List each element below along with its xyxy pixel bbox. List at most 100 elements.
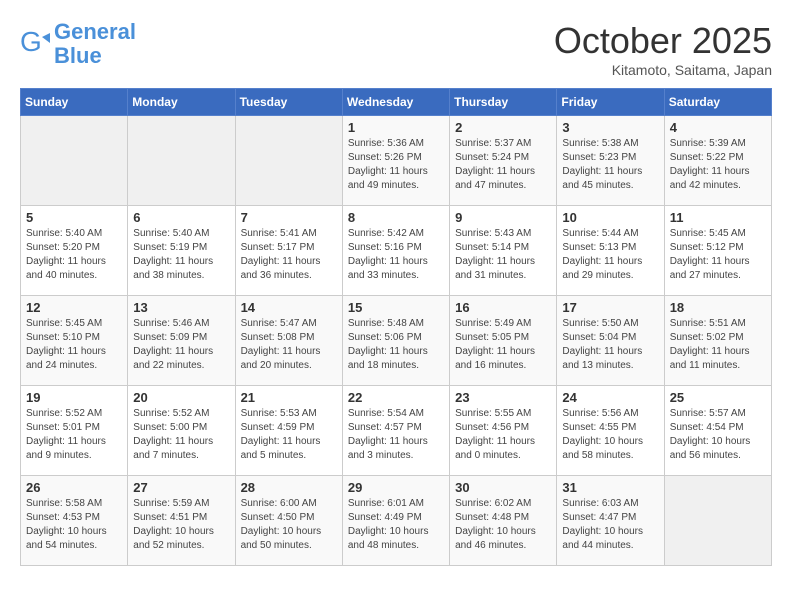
cell-content: Sunrise: 5:59 AM Sunset: 4:51 PM Dayligh…	[133, 497, 229, 553]
cell-content: Sunrise: 5:49 AM Sunset: 5:05 PM Dayligh…	[455, 317, 551, 373]
day-number: 6	[133, 210, 229, 225]
calendar-cell: 21Sunrise: 5:53 AM Sunset: 4:59 PM Dayli…	[235, 386, 342, 476]
logo-line1: General	[54, 19, 136, 44]
location-subtitle: Kitamoto, Saitama, Japan	[554, 62, 772, 78]
day-number: 24	[562, 390, 658, 405]
day-number: 31	[562, 480, 658, 495]
day-number: 23	[455, 390, 551, 405]
calendar-cell: 7 Sunrise: 5:41 AM Sunset: 5:17 PM Daylig…	[235, 206, 342, 296]
logo: G General Blue	[20, 20, 136, 68]
cell-content: Sunrise: 5:43 AM Sunset: 5:14 PM Dayligh…	[455, 227, 551, 283]
day-number: 2	[455, 120, 551, 135]
cell-content: Sunrise: 5:39 AM Sunset: 5:22 PM Dayligh…	[670, 137, 766, 193]
calendar-week-row: 12 Sunrise: 5:45 AM Sunset: 5:10 PM Dayli…	[21, 296, 772, 386]
calendar-cell: 31 Sunrise: 6:03 AM Sunset: 4:47 PM Dayli…	[557, 476, 664, 566]
calendar-cell: 20 Sunrise: 5:52 AM Sunset: 5:00 PM Dayli…	[128, 386, 235, 476]
calendar-cell: 17 Sunrise: 5:50 AM Sunset: 5:04 PM Dayli…	[557, 296, 664, 386]
calendar-cell: 5 Sunrise: 5:40 AM Sunset: 5:20 PM Daylig…	[21, 206, 128, 296]
calendar-week-row: 19Sunrise: 5:52 AM Sunset: 5:01 PM Dayli…	[21, 386, 772, 476]
calendar-cell: 19Sunrise: 5:52 AM Sunset: 5:01 PM Dayli…	[21, 386, 128, 476]
cell-content: Sunrise: 6:03 AM Sunset: 4:47 PM Dayligh…	[562, 497, 658, 553]
calendar-cell	[664, 476, 771, 566]
weekday-header-wednesday: Wednesday	[342, 89, 449, 116]
day-number: 17	[562, 300, 658, 315]
day-number: 13	[133, 300, 229, 315]
day-number: 25	[670, 390, 766, 405]
calendar-cell	[235, 116, 342, 206]
calendar-cell: 24 Sunrise: 5:56 AM Sunset: 4:55 PM Dayli…	[557, 386, 664, 476]
day-number: 8	[348, 210, 444, 225]
calendar-cell: 25 Sunrise: 5:57 AM Sunset: 4:54 PM Dayli…	[664, 386, 771, 476]
calendar-cell: 14Sunrise: 5:47 AM Sunset: 5:08 PM Dayli…	[235, 296, 342, 386]
day-number: 16	[455, 300, 551, 315]
cell-content: Sunrise: 5:46 AM Sunset: 5:09 PM Dayligh…	[133, 317, 229, 373]
cell-content: Sunrise: 5:58 AM Sunset: 4:53 PM Dayligh…	[26, 497, 122, 553]
calendar-cell: 9Sunrise: 5:43 AM Sunset: 5:14 PM Daylig…	[450, 206, 557, 296]
cell-content: Sunrise: 5:40 AM Sunset: 5:19 PM Dayligh…	[133, 227, 229, 283]
cell-content: Sunrise: 5:52 AM Sunset: 5:00 PM Dayligh…	[133, 407, 229, 463]
day-number: 12	[26, 300, 122, 315]
calendar-cell: 4Sunrise: 5:39 AM Sunset: 5:22 PM Daylig…	[664, 116, 771, 206]
calendar-cell: 16 Sunrise: 5:49 AM Sunset: 5:05 PM Dayli…	[450, 296, 557, 386]
day-number: 5	[26, 210, 122, 225]
weekday-header-thursday: Thursday	[450, 89, 557, 116]
calendar-cell: 22 Sunrise: 5:54 AM Sunset: 4:57 PM Dayli…	[342, 386, 449, 476]
calendar-week-row: 1Sunrise: 5:36 AM Sunset: 5:26 PM Daylig…	[21, 116, 772, 206]
weekday-header-tuesday: Tuesday	[235, 89, 342, 116]
calendar-cell: 28Sunrise: 6:00 AM Sunset: 4:50 PM Dayli…	[235, 476, 342, 566]
cell-content: Sunrise: 5:42 AM Sunset: 5:16 PM Dayligh…	[348, 227, 444, 283]
cell-content: Sunrise: 5:45 AM Sunset: 5:10 PM Dayligh…	[26, 317, 122, 373]
calendar-cell: 6 Sunrise: 5:40 AM Sunset: 5:19 PM Daylig…	[128, 206, 235, 296]
logo-line2: Blue	[54, 43, 102, 68]
calendar-cell: 26 Sunrise: 5:58 AM Sunset: 4:53 PM Dayli…	[21, 476, 128, 566]
svg-text:G: G	[20, 29, 42, 57]
day-number: 3	[562, 120, 658, 135]
cell-content: Sunrise: 5:56 AM Sunset: 4:55 PM Dayligh…	[562, 407, 658, 463]
logo-icon: G	[20, 29, 50, 59]
calendar-cell: 8 Sunrise: 5:42 AM Sunset: 5:16 PM Daylig…	[342, 206, 449, 296]
day-number: 7	[241, 210, 337, 225]
cell-content: Sunrise: 5:41 AM Sunset: 5:17 PM Dayligh…	[241, 227, 337, 283]
title-block: October 2025 Kitamoto, Saitama, Japan	[554, 20, 772, 78]
day-number: 21	[241, 390, 337, 405]
calendar-cell: 13 Sunrise: 5:46 AM Sunset: 5:09 PM Dayli…	[128, 296, 235, 386]
day-number: 18	[670, 300, 766, 315]
day-number: 19	[26, 390, 122, 405]
calendar-cell: 10Sunrise: 5:44 AM Sunset: 5:13 PM Dayli…	[557, 206, 664, 296]
cell-content: Sunrise: 5:48 AM Sunset: 5:06 PM Dayligh…	[348, 317, 444, 373]
weekday-header-friday: Friday	[557, 89, 664, 116]
cell-content: Sunrise: 5:44 AM Sunset: 5:13 PM Dayligh…	[562, 227, 658, 283]
day-number: 1	[348, 120, 444, 135]
calendar-cell: 3Sunrise: 5:38 AM Sunset: 5:23 PM Daylig…	[557, 116, 664, 206]
calendar-cell: 2 Sunrise: 5:37 AM Sunset: 5:24 PM Daylig…	[450, 116, 557, 206]
day-number: 27	[133, 480, 229, 495]
weekday-header-saturday: Saturday	[664, 89, 771, 116]
day-number: 11	[670, 210, 766, 225]
weekday-header-sunday: Sunday	[21, 89, 128, 116]
weekday-header-monday: Monday	[128, 89, 235, 116]
day-number: 26	[26, 480, 122, 495]
cell-content: Sunrise: 5:40 AM Sunset: 5:20 PM Dayligh…	[26, 227, 122, 283]
day-number: 22	[348, 390, 444, 405]
weekday-header-row: SundayMondayTuesdayWednesdayThursdayFrid…	[21, 89, 772, 116]
calendar-cell: 12 Sunrise: 5:45 AM Sunset: 5:10 PM Dayli…	[21, 296, 128, 386]
calendar-cell: 30Sunrise: 6:02 AM Sunset: 4:48 PM Dayli…	[450, 476, 557, 566]
day-number: 14	[241, 300, 337, 315]
calendar-table: SundayMondayTuesdayWednesdayThursdayFrid…	[20, 88, 772, 566]
calendar-cell	[21, 116, 128, 206]
cell-content: Sunrise: 5:54 AM Sunset: 4:57 PM Dayligh…	[348, 407, 444, 463]
month-title: October 2025	[554, 20, 772, 62]
page-header: G General Blue October 2025 Kitamoto, Sa…	[20, 20, 772, 78]
cell-content: Sunrise: 5:37 AM Sunset: 5:24 PM Dayligh…	[455, 137, 551, 193]
logo-text: General Blue	[54, 20, 136, 68]
day-number: 29	[348, 480, 444, 495]
day-number: 28	[241, 480, 337, 495]
cell-content: Sunrise: 5:50 AM Sunset: 5:04 PM Dayligh…	[562, 317, 658, 373]
cell-content: Sunrise: 5:51 AM Sunset: 5:02 PM Dayligh…	[670, 317, 766, 373]
cell-content: Sunrise: 5:57 AM Sunset: 4:54 PM Dayligh…	[670, 407, 766, 463]
day-number: 30	[455, 480, 551, 495]
calendar-week-row: 26 Sunrise: 5:58 AM Sunset: 4:53 PM Dayli…	[21, 476, 772, 566]
calendar-cell: 27 Sunrise: 5:59 AM Sunset: 4:51 PM Dayli…	[128, 476, 235, 566]
day-number: 20	[133, 390, 229, 405]
cell-content: Sunrise: 5:45 AM Sunset: 5:12 PM Dayligh…	[670, 227, 766, 283]
